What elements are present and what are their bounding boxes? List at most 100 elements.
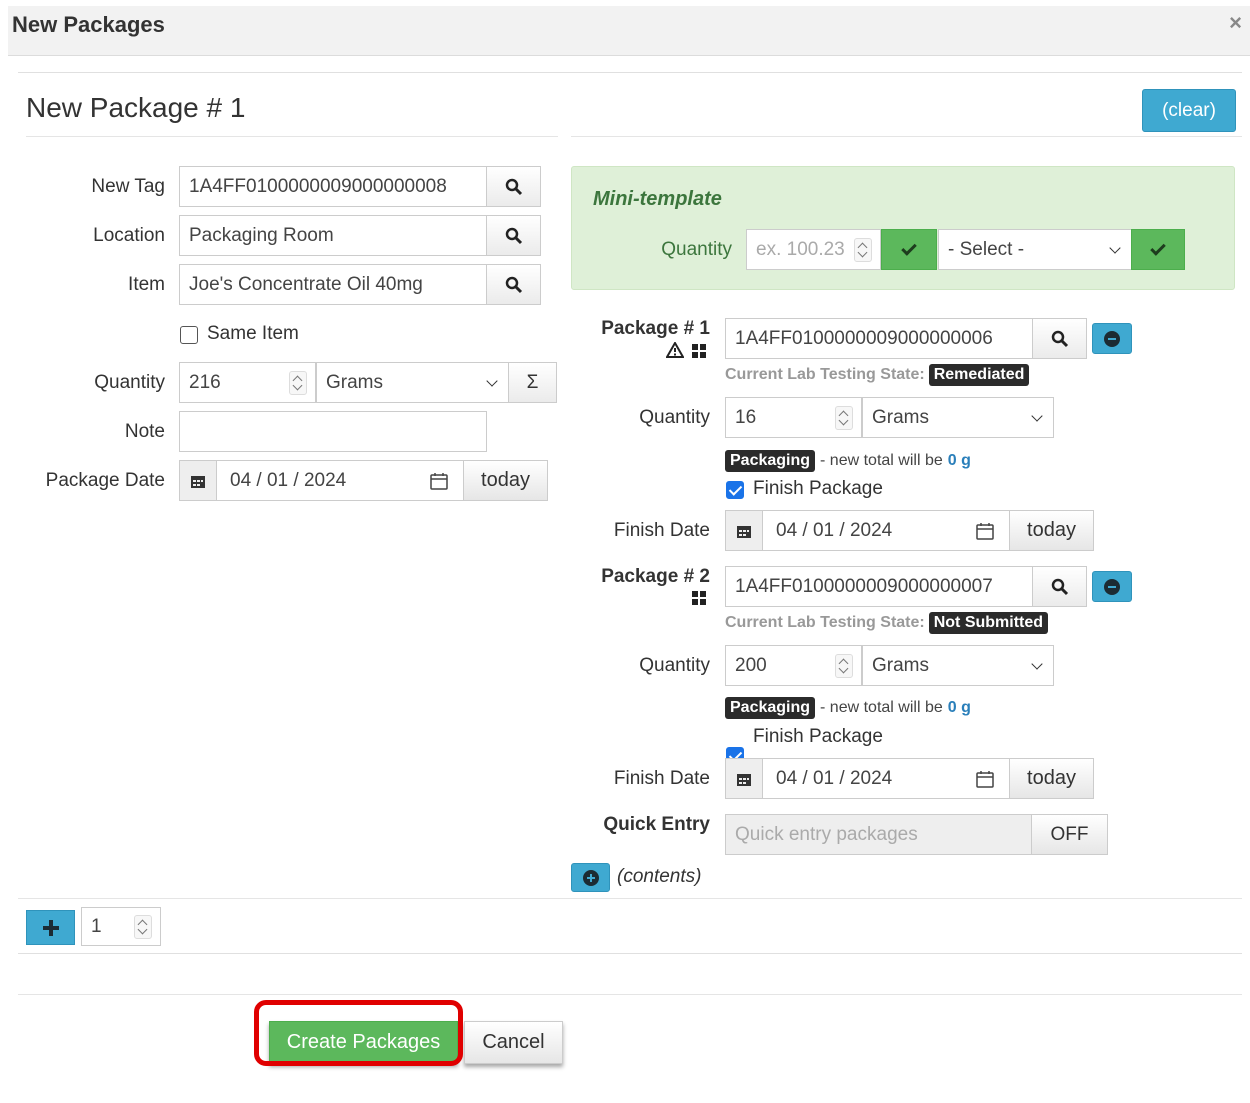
warning-icon (666, 342, 684, 358)
quantity-spinner[interactable] (289, 370, 307, 395)
source-package-2-tag-input[interactable]: 1A4FF0100000009000000007 (725, 566, 1033, 607)
package-date-value: 04 / 01 / 2024 (230, 469, 347, 491)
search-icon (505, 227, 522, 244)
mini-template-quantity-label: Quantity (661, 239, 732, 260)
source-package-1-tag-input[interactable]: 1A4FF0100000009000000006 (725, 318, 1033, 359)
calendar-addon (179, 460, 217, 501)
note-input[interactable] (179, 411, 487, 452)
quick-entry-input[interactable]: Quick entry packages (725, 814, 1033, 855)
finish-package-label: Finish Package (753, 478, 883, 499)
unit-value: Grams (872, 406, 929, 428)
packaging-badge: Packaging (725, 450, 816, 472)
packaging-badge: Packaging (725, 697, 816, 719)
finish-date-2-input[interactable]: 04 / 01 / 2024 (762, 758, 1010, 799)
calendar-addon (725, 758, 763, 799)
chevron-down-icon (486, 374, 498, 387)
clear-button[interactable]: (clear) (1142, 89, 1236, 132)
source-package-2-label: Package # 2 (601, 566, 710, 587)
source-package-1-quantity-input[interactable]: 16 (725, 397, 862, 438)
search-icon (505, 178, 522, 195)
apply-select-button[interactable] (1131, 229, 1185, 270)
source-package-2-unit-select[interactable]: Grams (862, 645, 1054, 686)
quick-entry-label: Quick Entry (603, 814, 710, 835)
add-count-value: 1 (91, 915, 102, 937)
search-icon (1051, 578, 1068, 595)
apply-quantity-button[interactable] (881, 229, 937, 270)
search-button[interactable] (486, 264, 541, 305)
search-button[interactable] (486, 215, 541, 256)
today-button[interactable]: today (1009, 510, 1094, 551)
today-button[interactable]: today (1009, 758, 1094, 799)
quantity-spinner[interactable] (835, 653, 853, 678)
item-input[interactable]: Joe's Concentrate Oil 40mg (179, 264, 487, 305)
lab-state-badge: Remediated (928, 364, 1030, 386)
lab-state-row: Current Lab Testing State: Not Submitted (725, 612, 1049, 634)
check-icon (1150, 239, 1166, 256)
sum-button[interactable]: Σ (508, 362, 557, 403)
quantity-label: Quantity (94, 372, 165, 393)
quantity-input[interactable]: 216 (179, 362, 316, 403)
search-icon (505, 276, 522, 293)
plus-icon (42, 919, 59, 936)
new-tag-label: New Tag (91, 176, 165, 197)
divider (26, 136, 558, 137)
calendar-picker-icon[interactable] (430, 472, 448, 490)
lab-state-label: Current Lab Testing State: (725, 614, 925, 631)
mini-template-select-value: - Select - (948, 238, 1025, 260)
source-package-2-quantity-input[interactable]: 200 (725, 645, 862, 686)
search-button[interactable] (1032, 318, 1087, 359)
finish-date-1-input[interactable]: 04 / 01 / 2024 (762, 510, 1010, 551)
source-quantity-label: Quantity (639, 655, 710, 676)
mini-template-quantity-input[interactable]: ex. 100.23 (746, 229, 881, 270)
divider (18, 898, 1242, 899)
calendar-icon (737, 773, 751, 786)
finish-package-1-checkbox[interactable] (726, 481, 744, 499)
same-item-checkbox[interactable] (180, 326, 198, 344)
quantity-spinner[interactable] (854, 237, 872, 262)
close-icon[interactable]: × (1229, 10, 1242, 36)
add-contents-button[interactable] (571, 863, 610, 892)
grid-icon (692, 344, 706, 358)
unit-select[interactable]: Grams (316, 362, 509, 403)
contents-label: (contents) (617, 866, 702, 887)
cancel-button[interactable]: Cancel (464, 1021, 563, 1064)
finish-date-value: 04 / 01 / 2024 (776, 767, 893, 789)
finish-date-label: Finish Date (613, 520, 710, 541)
today-button[interactable]: today (463, 460, 548, 501)
source-package-1-label: Package # 1 (601, 318, 710, 339)
add-count-input[interactable]: 1 (81, 907, 161, 946)
source-quantity-value: 16 (735, 406, 757, 428)
mini-template-select[interactable]: - Select - (938, 229, 1132, 270)
quick-entry-toggle[interactable]: OFF (1031, 814, 1108, 855)
remove-package-1-button[interactable] (1092, 323, 1132, 354)
lab-state-badge: Not Submitted (928, 612, 1049, 634)
package-date-label: Package Date (45, 470, 165, 491)
new-total-row: Packaging - new total will be 0 g (725, 697, 971, 719)
mini-template-quantity-placeholder: ex. 100.23 (756, 238, 845, 260)
calendar-picker-icon[interactable] (976, 770, 994, 788)
modal-footer (18, 994, 1242, 1092)
unit-value: Grams (326, 371, 383, 393)
search-button[interactable] (1032, 566, 1087, 607)
calendar-picker-icon[interactable] (976, 522, 994, 540)
source-package-1-unit-select[interactable]: Grams (862, 397, 1054, 438)
location-input[interactable]: Packaging Room (179, 215, 487, 256)
calendar-icon (191, 475, 205, 488)
package-heading: New Package # 1 (26, 92, 246, 123)
package-date-input[interactable]: 04 / 01 / 2024 (216, 460, 464, 501)
add-package-button[interactable] (26, 910, 75, 945)
source-quantity-label: Quantity (639, 407, 710, 428)
minus-circle-icon (1104, 578, 1120, 595)
quantity-spinner[interactable] (835, 405, 853, 430)
new-tag-input[interactable]: 1A4FF0100000009000000008 (179, 166, 487, 207)
plus-circle-icon (582, 869, 599, 886)
search-button[interactable] (486, 166, 541, 207)
chevron-down-icon (1109, 241, 1121, 254)
chevron-down-icon (1031, 409, 1043, 422)
modal-header (8, 6, 1250, 56)
quantity-spinner[interactable] (134, 914, 152, 939)
location-label: Location (93, 225, 165, 246)
item-label: Item (128, 274, 165, 295)
remove-package-2-button[interactable] (1092, 571, 1132, 602)
chevron-down-icon (1031, 657, 1043, 670)
